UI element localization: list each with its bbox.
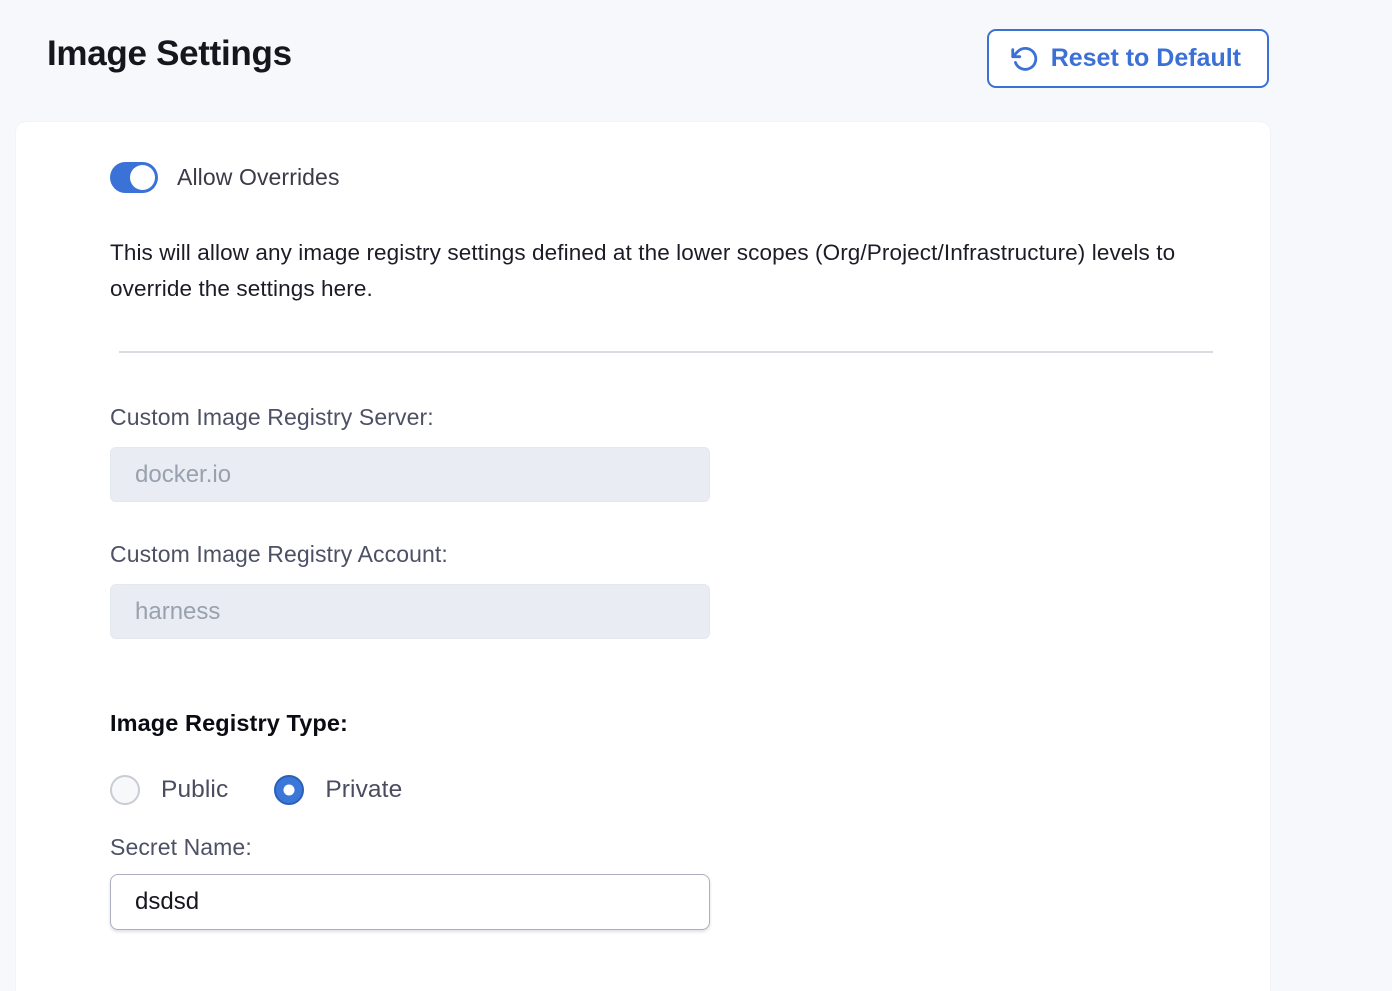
page-title: Image Settings [47,34,292,74]
registry-type-label: Image Registry Type: [110,710,1213,737]
registry-server-input [110,447,710,502]
registry-server-field: Custom Image Registry Server: [110,404,1213,502]
secret-name-field: Secret Name: [110,834,1213,930]
registry-server-label: Custom Image Registry Server: [110,404,1213,431]
registry-account-field: Custom Image Registry Account: [110,541,1213,639]
reset-icon [1011,45,1039,73]
private-radio-icon[interactable] [274,775,304,805]
private-radio-label: Private [325,776,402,804]
allow-overrides-row: Allow Overrides [110,162,1213,193]
image-settings-card: Allow Overrides This will allow any imag… [16,122,1270,991]
secret-name-input[interactable] [110,874,710,930]
reset-button-label: Reset to Default [1051,44,1241,73]
public-radio-label: Public [161,776,228,804]
registry-type-radio-group: Public Private [110,775,1213,805]
secret-name-label: Secret Name: [110,834,1213,861]
registry-account-input [110,584,710,639]
allow-overrides-description: This will allow any image registry setti… [110,235,1213,307]
radio-option-public[interactable]: Public [110,775,228,805]
public-radio-icon[interactable] [110,775,140,805]
reset-to-default-button[interactable]: Reset to Default [987,29,1269,88]
allow-overrides-label: Allow Overrides [177,164,340,191]
toggle-knob-icon [130,165,155,190]
section-divider [119,351,1213,353]
registry-account-label: Custom Image Registry Account: [110,541,1213,568]
allow-overrides-toggle[interactable] [110,162,158,193]
radio-option-private[interactable]: Private [274,775,402,805]
page-header: Image Settings Reset to Default [0,0,1392,122]
